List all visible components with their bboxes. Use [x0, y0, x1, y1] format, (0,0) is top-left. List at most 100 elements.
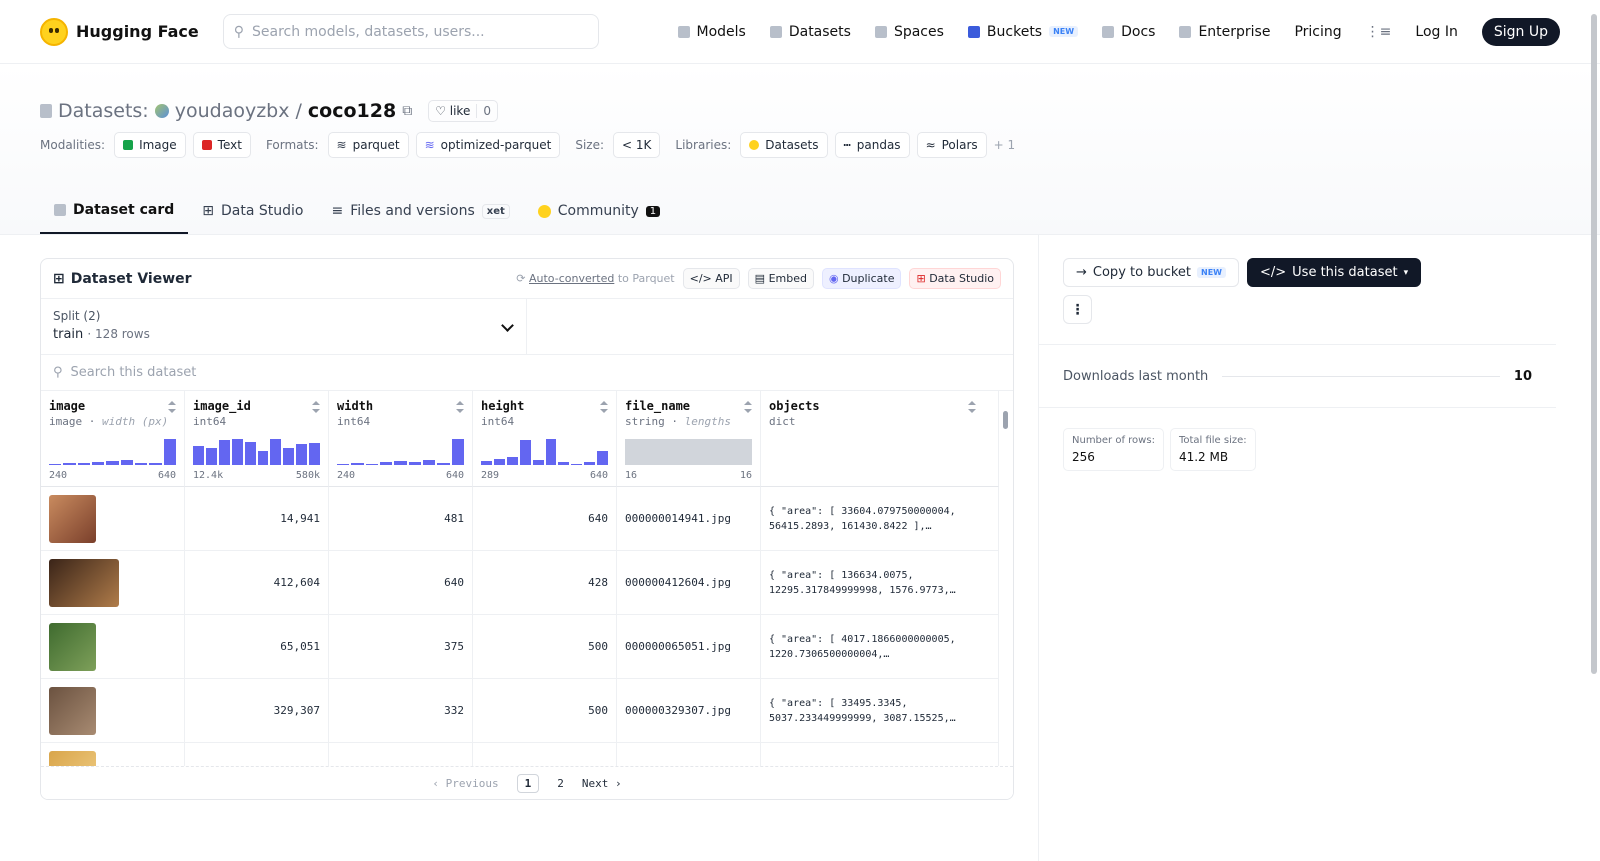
histogram-bar — [379, 462, 393, 465]
tag-format-optimized-parquet[interactable]: ≋ optimized-parquet — [415, 132, 561, 158]
column-header-objects[interactable]: objects dict — [761, 391, 999, 487]
image-thumbnail[interactable] — [49, 622, 96, 671]
image-id-cell[interactable]: 65,051 — [185, 615, 329, 679]
objects-cell[interactable]: { "area": [ 136634.0075, 12295.317849999… — [761, 551, 999, 615]
column-header-file-name[interactable]: file_name string · lengths 16 16 — [617, 391, 761, 487]
duplicate-button[interactable]: ◉ Duplicate — [821, 268, 902, 289]
sort-icon[interactable] — [968, 401, 976, 413]
more-options-button[interactable]: ⋮ — [1063, 295, 1092, 324]
next-page-button[interactable]: Next › — [582, 777, 622, 790]
objects-cell[interactable]: { "area": [ 4017.1866000000005, 1220.730… — [761, 615, 999, 679]
column-header-image[interactable]: image image · width (px) 240 640 — [41, 391, 185, 487]
histogram-bar — [193, 445, 204, 465]
width-cell[interactable]: 375 — [329, 615, 473, 679]
nav-datasets[interactable]: Datasets — [769, 24, 851, 40]
sort-icon[interactable] — [456, 401, 464, 413]
tag-modality-image[interactable]: Image — [114, 132, 186, 158]
width-cell[interactable]: 640 — [329, 551, 473, 615]
brand[interactable]: Hugging Face — [40, 17, 199, 46]
nav-pricing[interactable]: Pricing — [1294, 24, 1341, 40]
image-cell[interactable] — [41, 679, 185, 743]
file-name-cell[interactable]: 000000065051.jpg — [617, 615, 761, 679]
datasets-prefix: Datasets: — [58, 100, 149, 122]
api-button[interactable]: </> API — [682, 268, 740, 289]
tab-community[interactable]: Community 1 — [524, 188, 674, 234]
height-cell[interactable]: 428 — [473, 551, 617, 615]
like-button[interactable]: ♡ like 0 — [428, 100, 498, 122]
top-navbar: Hugging Face ⚲ Search models, datasets, … — [0, 0, 1600, 64]
nav-enterprise[interactable]: Enterprise — [1179, 24, 1270, 40]
more-libraries-link[interactable]: + 1 — [994, 138, 1016, 152]
histogram-bar — [120, 459, 133, 465]
height-cell[interactable]: 500 — [473, 615, 617, 679]
image-cell[interactable] — [41, 615, 185, 679]
objects-cell[interactable]: { "area": [ 33495.3345, 5037.23344999999… — [761, 679, 999, 743]
login-link[interactable]: Log In — [1415, 24, 1457, 40]
copy-icon[interactable]: ⧉ — [402, 103, 412, 119]
column-header-width[interactable]: width int64 240 640 — [329, 391, 473, 487]
tag-library-polars[interactable]: ≈ Polars — [916, 132, 987, 158]
file-name-cell[interactable]: 000000329307.jpg — [617, 679, 761, 743]
file-name-cell[interactable]: 000000412604.jpg — [617, 551, 761, 615]
xet-badge: xet — [481, 203, 510, 219]
nav-buckets[interactable]: Buckets NEW — [967, 24, 1079, 40]
table-scrollbar[interactable] — [1001, 397, 1009, 767]
tag-library-datasets[interactable]: Datasets — [740, 132, 828, 158]
menu-icon[interactable]: ⋮≡ — [1366, 24, 1392, 40]
polars-icon: ≈ — [925, 138, 936, 152]
split-select[interactable]: Split (2) train · 128 rows — [41, 299, 527, 354]
global-search-input[interactable]: ⚲ Search models, datasets, users... — [222, 14, 599, 49]
file-name-cell[interactable]: 000000014941.jpg — [617, 487, 761, 551]
column-histogram — [625, 439, 752, 465]
height-cell[interactable]: 640 — [473, 487, 617, 551]
tag-modality-text[interactable]: Text — [192, 132, 251, 158]
nav-spaces[interactable]: Spaces — [874, 24, 944, 40]
image-thumbnail[interactable] — [49, 686, 96, 735]
tag-format-parquet[interactable]: ≋ parquet — [327, 132, 409, 158]
auto-converted-note[interactable]: ⟳ Auto-converted to Parquet — [516, 272, 674, 285]
downloads-value: 10 — [1513, 368, 1532, 384]
dataset-name[interactable]: coco128 — [308, 100, 396, 122]
image-cell[interactable] — [41, 487, 185, 551]
tab-files-and-versions[interactable]: ≡ Files and versions xet — [317, 188, 523, 234]
sort-icon[interactable] — [744, 401, 752, 413]
nav-models[interactable]: Models — [677, 24, 746, 40]
owner-link[interactable]: youdaoyzbx — [175, 100, 290, 122]
sort-icon[interactable] — [312, 401, 320, 413]
signup-button[interactable]: Sign Up — [1481, 17, 1560, 46]
page-2-button[interactable]: 2 — [557, 777, 564, 790]
database-icon — [769, 25, 782, 38]
width-cell[interactable]: 332 — [329, 679, 473, 743]
tag-library-pandas[interactable]: ┅ pandas — [834, 132, 910, 158]
dataset-search-input[interactable]: ⚲ Search this dataset — [41, 355, 1013, 391]
embed-button[interactable]: ▤ Embed — [747, 268, 814, 289]
nav-docs[interactable]: Docs — [1102, 24, 1155, 40]
pandas-icon: ┅ — [843, 138, 851, 152]
use-this-dataset-button[interactable]: </> Use this dataset ▾ — [1246, 258, 1422, 287]
image-cell[interactable] — [41, 551, 185, 615]
histogram-bar — [309, 442, 321, 465]
page-1-button[interactable]: 1 — [516, 773, 540, 793]
objects-cell[interactable]: { "area": [ 33604.079750000004, 56415.28… — [761, 487, 999, 551]
image-id-cell[interactable]: 14,941 — [185, 487, 329, 551]
histogram-bar — [296, 444, 308, 465]
data-studio-button[interactable]: ⊞ Data Studio — [909, 268, 1001, 289]
column-header-image-id[interactable]: image_id int64 12.4k 580k — [185, 391, 329, 487]
image-id-cell[interactable]: 329,307 — [185, 679, 329, 743]
file-size-stat: Total file size: 41.2 MB — [1169, 428, 1256, 471]
tab-data-studio[interactable]: ⊞ Data Studio — [188, 188, 317, 234]
image-id-cell[interactable]: 412,604 — [185, 551, 329, 615]
copy-to-bucket-button[interactable]: → Copy to bucket NEW — [1063, 258, 1239, 287]
tag-size[interactable]: < 1K — [613, 132, 661, 158]
image-thumbnail[interactable] — [49, 558, 119, 607]
image-thumbnail[interactable] — [49, 494, 96, 543]
sort-icon[interactable] — [168, 401, 176, 413]
column-header-height[interactable]: height int64 289 640 — [473, 391, 617, 487]
embed-icon: ▤ — [754, 272, 766, 285]
width-cell[interactable]: 481 — [329, 487, 473, 551]
previous-page-button[interactable]: ‹ Previous — [432, 777, 498, 790]
page-scrollbar[interactable] — [1588, 0, 1600, 861]
tab-dataset-card[interactable]: Dataset card — [40, 188, 189, 234]
sort-icon[interactable] — [600, 401, 608, 413]
height-cell[interactable]: 500 — [473, 679, 617, 743]
